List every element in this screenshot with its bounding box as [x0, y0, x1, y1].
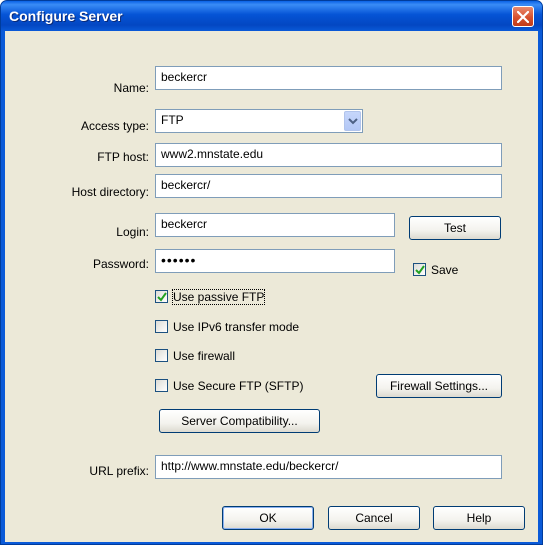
- firewall-checkbox-box[interactable]: [155, 349, 168, 362]
- ftp-host-field[interactable]: www2.mnstate.edu: [155, 143, 502, 167]
- title-bar[interactable]: Configure Server: [1, 1, 542, 31]
- ipv6-label: Use IPv6 transfer mode: [173, 320, 300, 334]
- window-title: Configure Server: [9, 8, 123, 24]
- dialog-body: Name: beckercr Access type: FTP FTP host…: [5, 31, 538, 542]
- cancel-button[interactable]: Cancel: [328, 506, 420, 530]
- ipv6-checkbox[interactable]: Use IPv6 transfer mode: [155, 319, 355, 335]
- firewall-checkbox[interactable]: Use firewall: [155, 348, 295, 364]
- sftp-label: Use Secure FTP (SFTP): [173, 379, 304, 393]
- sftp-checkbox[interactable]: Use Secure FTP (SFTP): [155, 378, 355, 394]
- ok-button[interactable]: OK: [222, 506, 314, 530]
- ipv6-checkbox-box[interactable]: [155, 320, 168, 333]
- dropdown-arrow-button[interactable]: [344, 111, 361, 131]
- passive-ftp-label: Use passive FTP: [171, 289, 266, 305]
- login-field[interactable]: beckercr: [155, 213, 395, 237]
- sftp-checkbox-box[interactable]: [155, 379, 168, 392]
- firewall-settings-button[interactable]: Firewall Settings...: [376, 374, 502, 398]
- configure-server-window: Configure Server Name: beckercr Access t…: [0, 0, 543, 545]
- help-button[interactable]: Help: [433, 506, 525, 530]
- url-prefix-field[interactable]: http://www.mnstate.edu/beckercr/: [155, 455, 502, 479]
- test-button[interactable]: Test: [409, 216, 501, 240]
- server-compatibility-button[interactable]: Server Compatibility...: [159, 409, 320, 433]
- save-label: Save: [431, 263, 459, 277]
- checkmark-icon: [415, 265, 425, 275]
- name-label: Name:: [113, 81, 149, 95]
- access-type-value: FTP: [161, 113, 184, 127]
- passive-ftp-checkbox[interactable]: Use passive FTP: [155, 289, 295, 305]
- password-field[interactable]: ••••••: [155, 249, 395, 273]
- access-type-select[interactable]: FTP: [155, 109, 363, 133]
- firewall-label: Use firewall: [173, 349, 236, 363]
- close-button[interactable]: [512, 6, 534, 27]
- host-directory-label: Host directory:: [71, 185, 149, 199]
- name-field[interactable]: beckercr: [155, 66, 502, 90]
- login-label: Login:: [116, 225, 149, 239]
- passive-ftp-checkbox-box[interactable]: [155, 290, 168, 303]
- access-type-label: Access type:: [80, 119, 149, 133]
- save-checkbox[interactable]: Save: [413, 262, 473, 278]
- close-icon: [517, 11, 529, 23]
- checkmark-icon: [157, 292, 167, 302]
- url-prefix-label: URL prefix:: [89, 464, 149, 478]
- ftp-host-label: FTP host:: [97, 150, 149, 164]
- password-label: Password:: [92, 257, 149, 271]
- save-checkbox-box[interactable]: [413, 263, 426, 276]
- chevron-down-icon: [348, 118, 358, 125]
- host-directory-field[interactable]: beckercr/: [155, 174, 502, 198]
